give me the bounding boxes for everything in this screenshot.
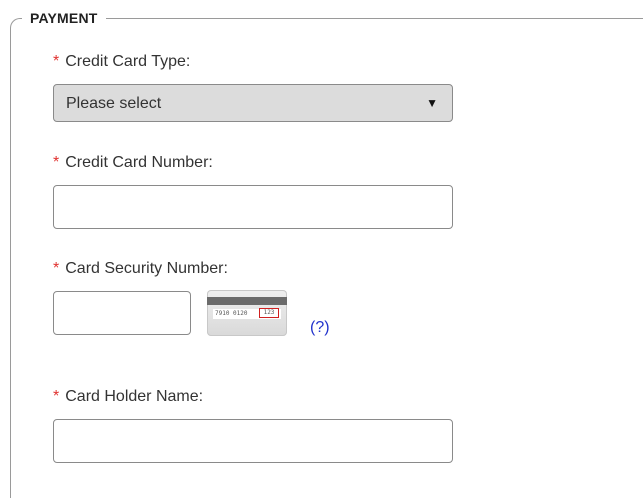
required-marker: * xyxy=(53,53,60,70)
card-type-select[interactable]: Please select ▼ xyxy=(53,84,453,122)
payment-legend: PAYMENT xyxy=(22,8,106,28)
required-marker: * xyxy=(53,388,60,405)
card-type-selected-value: Please select xyxy=(66,95,162,112)
security-help-link[interactable]: (?) xyxy=(310,318,330,338)
card-number-input[interactable] xyxy=(53,185,453,229)
card-type-label: * Credit Card Type: xyxy=(53,52,190,72)
required-marker: * xyxy=(53,154,60,171)
credit-card-back-icon: 7910 0120 123 xyxy=(207,290,287,336)
security-number-label-text: Card Security Number: xyxy=(65,260,228,277)
required-marker: * xyxy=(53,260,60,277)
card-number-label: * Credit Card Number: xyxy=(53,153,213,173)
holder-name-label: * Card Holder Name: xyxy=(53,387,203,407)
card-digits: 7910 0120 xyxy=(215,310,248,317)
card-number-label-text: Credit Card Number: xyxy=(65,154,213,171)
holder-name-label-text: Card Holder Name: xyxy=(65,388,204,405)
security-number-label: * Card Security Number: xyxy=(53,259,228,279)
dropdown-arrow-icon: ▼ xyxy=(426,96,438,110)
card-security-code: 123 xyxy=(259,308,279,318)
card-type-label-text: Credit Card Type: xyxy=(65,53,191,70)
card-magnetic-stripe xyxy=(207,297,287,305)
security-number-input[interactable] xyxy=(53,291,191,335)
holder-name-input[interactable] xyxy=(53,419,453,463)
